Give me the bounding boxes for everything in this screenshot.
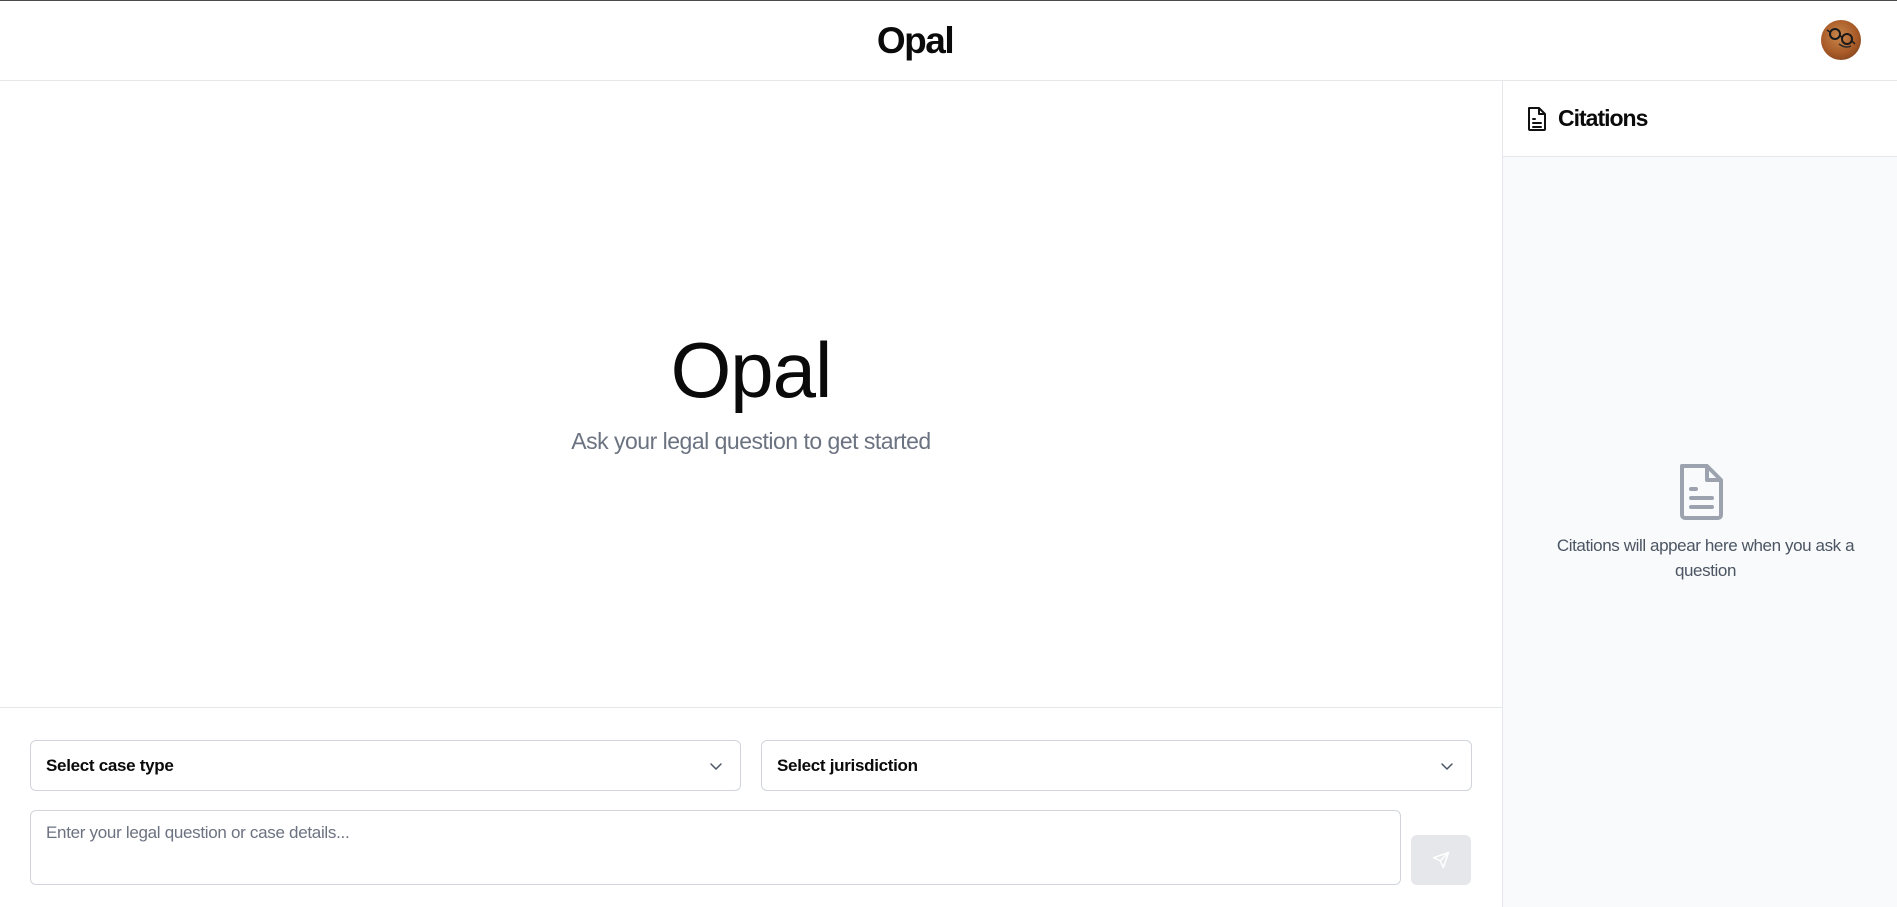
case-type-label: Select case type bbox=[46, 756, 174, 775]
jurisdiction-select[interactable]: Select jurisdiction bbox=[761, 740, 1472, 791]
chevron-down-icon bbox=[1441, 763, 1453, 770]
citations-title: Citations bbox=[1558, 105, 1648, 131]
hero-title: Opal bbox=[670, 326, 833, 414]
avatar-image bbox=[1826, 28, 1856, 48]
composer: Select case type Select jurisdiction bbox=[0, 707, 1502, 907]
case-type-select[interactable]: Select case type bbox=[30, 740, 741, 791]
jurisdiction-label: Select jurisdiction bbox=[777, 756, 918, 775]
citations-header: Citations bbox=[1503, 81, 1897, 157]
hero-subtitle: Ask your legal question to get started bbox=[571, 428, 931, 454]
document-icon bbox=[1528, 107, 1546, 131]
brand-logo: Opal bbox=[876, 20, 955, 61]
user-avatar[interactable] bbox=[1821, 20, 1861, 60]
top-bar: Opal bbox=[0, 0, 1897, 81]
send-icon bbox=[1432, 851, 1450, 869]
document-icon bbox=[1680, 464, 1723, 520]
question-input[interactable] bbox=[30, 810, 1401, 885]
citations-empty-message: Citations will appear here when you ask … bbox=[1556, 536, 1855, 580]
chat-main: Opal Ask your legal question to get star… bbox=[0, 81, 1502, 907]
citations-panel: Citations Citations will appear here whe… bbox=[1502, 81, 1897, 907]
chevron-down-icon bbox=[710, 763, 722, 770]
send-button[interactable] bbox=[1411, 835, 1471, 885]
